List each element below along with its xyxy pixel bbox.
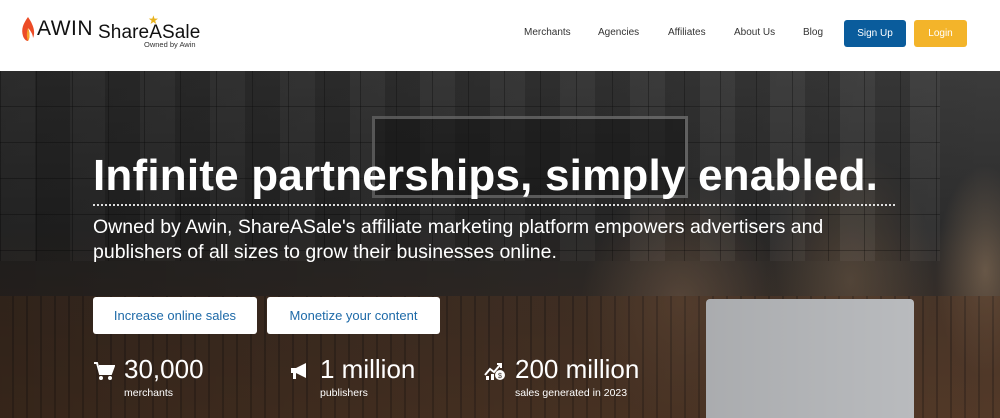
hero-section: Infinite partnerships, simply enabled. O… — [0, 71, 1000, 418]
increase-online-sales-button[interactable]: Increase online sales — [93, 297, 257, 334]
monetize-content-button[interactable]: Monetize your content — [267, 297, 440, 334]
site-header: AWIN ★ ShareASale Owned by Awin Merchant… — [0, 0, 1000, 71]
svg-text:$: $ — [498, 373, 502, 380]
awin-logo-text: AWIN — [37, 17, 94, 40]
nav-merchants[interactable]: Merchants — [524, 27, 571, 38]
nav-blog[interactable]: Blog — [803, 27, 823, 38]
stat-label: publishers — [320, 387, 368, 399]
login-button[interactable]: Login — [914, 20, 967, 47]
cart-icon — [94, 362, 115, 380]
stat-label: sales generated in 2023 — [515, 387, 628, 399]
shareasale-logo[interactable]: ★ ShareASale Owned by Awin — [98, 14, 208, 54]
hero-subtext: Owned by Awin, ShareASale's affiliate ma… — [93, 216, 824, 263]
sign-up-button[interactable]: Sign Up — [844, 20, 906, 47]
nav-affiliates[interactable]: Affiliates — [668, 27, 706, 38]
sales-growth-icon: $ — [484, 363, 505, 380]
awin-logo[interactable]: AWIN — [20, 16, 93, 42]
stat-value: 1 million — [320, 354, 416, 384]
hero-headline: Infinite partnerships, simply enabled. — [93, 151, 879, 200]
nav-about-us[interactable]: About Us — [734, 27, 775, 38]
stat-value: 200 million — [515, 354, 640, 384]
stat-value: 30,000 — [124, 354, 204, 384]
stat-label: merchants — [124, 387, 174, 399]
awin-flame-icon — [22, 17, 35, 41]
owned-by-awin-text: Owned by Awin — [144, 40, 196, 49]
nav-agencies[interactable]: Agencies — [598, 27, 639, 38]
headline-divider — [93, 204, 895, 206]
megaphone-icon — [291, 363, 306, 379]
